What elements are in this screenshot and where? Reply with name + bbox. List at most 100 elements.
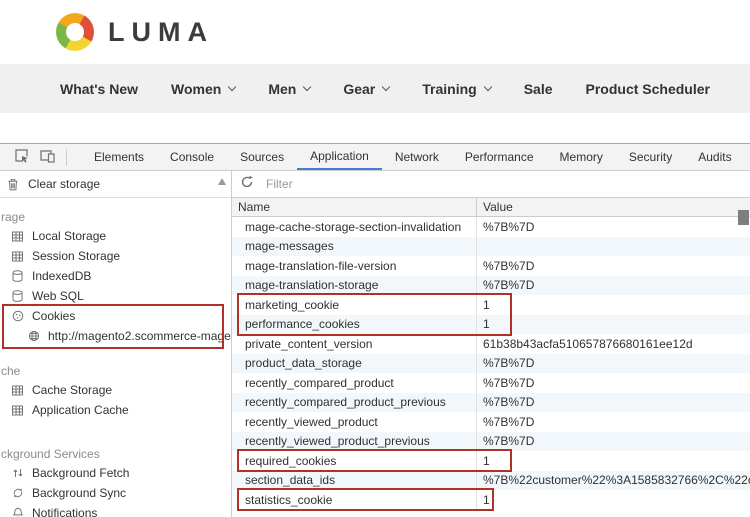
vertical-scrollbar-thumb[interactable] bbox=[738, 210, 749, 225]
tab-performance[interactable]: Performance bbox=[452, 144, 547, 170]
column-header-name[interactable]: Name bbox=[232, 198, 477, 216]
sidebar-section-che: cheCache StorageApplication Cache bbox=[0, 362, 231, 420]
tab-console[interactable]: Console bbox=[157, 144, 227, 170]
sidebar-scroll-up-arrow[interactable] bbox=[218, 178, 226, 185]
chevron-down-icon bbox=[483, 82, 491, 90]
tab-memory[interactable]: Memory bbox=[547, 144, 616, 170]
sidebar-item-notifications[interactable]: Notifications bbox=[0, 503, 231, 517]
cookie-name-cell: required_cookies bbox=[232, 451, 477, 471]
nav-item-gear[interactable]: Gear bbox=[343, 81, 389, 97]
nav-item-label: Gear bbox=[343, 81, 375, 97]
sidebar-item-label: Background Fetch bbox=[32, 466, 129, 480]
nav-item-men[interactable]: Men bbox=[268, 81, 310, 97]
table-row[interactable]: recently_viewed_product%7B%7D bbox=[232, 412, 750, 432]
table-row[interactable]: recently_viewed_product_previous%7B%7D bbox=[232, 432, 750, 452]
sidebar-item-session-storage[interactable]: Session Storage bbox=[0, 246, 231, 266]
tab-audits[interactable]: Audits bbox=[685, 144, 744, 170]
cookie-value-cell: %7B%7D bbox=[477, 412, 750, 432]
sidebar-item-cache-storage[interactable]: Cache Storage bbox=[0, 380, 231, 400]
table-row[interactable]: required_cookies1 bbox=[232, 451, 750, 471]
table-row[interactable]: mage-cache-storage-section-invalidation%… bbox=[232, 217, 750, 237]
nav-item-training[interactable]: Training bbox=[422, 81, 490, 97]
table-row[interactable]: section_data_ids%7B%22customer%22%3A1585… bbox=[232, 471, 750, 491]
luma-logo-icon[interactable] bbox=[56, 13, 94, 51]
devtools-body: Clear storage rage Local Storage Session S… bbox=[0, 171, 750, 517]
table-row[interactable]: mage-messages bbox=[232, 237, 750, 257]
luma-brand-text[interactable]: LUMA bbox=[108, 17, 214, 48]
column-header-value[interactable]: Value bbox=[477, 198, 750, 216]
table-row[interactable]: private_content_version61b38b43acfa51065… bbox=[232, 334, 750, 354]
device-toolbar-icon bbox=[40, 149, 55, 166]
main-nav: What's New Women Men Gear Training Sale Produc… bbox=[0, 64, 750, 113]
sidebar-item-application-cache[interactable]: Application Cache bbox=[0, 400, 231, 420]
table-row[interactable]: statistics_cookie1 bbox=[232, 490, 750, 510]
devtools-toolbar-buttons bbox=[0, 144, 81, 170]
devtools-panel: ElementsConsoleSourcesApplicationNetwork… bbox=[0, 143, 750, 517]
cookies-panel: Name Value mage-cache-storage-section-in… bbox=[232, 171, 750, 517]
table-row[interactable]: mage-translation-storage%7B%7D bbox=[232, 276, 750, 296]
tab-application[interactable]: Application bbox=[297, 144, 382, 170]
sidebar-section-header: rage bbox=[0, 208, 231, 226]
table-row[interactable]: recently_compared_product_previous%7B%7D bbox=[232, 393, 750, 413]
sync-icon bbox=[12, 487, 25, 499]
sidebar-item-label: http://magento2.scommerce-mage bbox=[48, 329, 231, 343]
clear-storage-item[interactable]: Clear storage bbox=[0, 171, 231, 198]
nav-item-what-s-new[interactable]: What's New bbox=[60, 81, 138, 97]
cookie-value-cell: %7B%7D bbox=[477, 432, 750, 452]
sidebar-section-ckground-services: ckground ServicesBackground FetchBackgro… bbox=[0, 445, 231, 517]
sidebar-item-label: Notifications bbox=[32, 506, 97, 517]
application-sidebar: Clear storage rage Local Storage Session S… bbox=[0, 171, 232, 517]
cookie-value-cell: 61b38b43acfa510657876680161ee12d bbox=[477, 334, 750, 354]
chevron-down-icon bbox=[228, 82, 236, 90]
cookie-value-cell: %7B%7D bbox=[477, 256, 750, 276]
fetch-icon bbox=[12, 467, 25, 479]
cookie-value-cell: %7B%22customer%22%3A1585832766%2C%22com bbox=[477, 471, 750, 491]
nav-item-sale[interactable]: Sale bbox=[524, 81, 553, 97]
sidebar-item-local-storage[interactable]: Local Storage bbox=[0, 226, 231, 246]
sidebar-item-cookies[interactable]: Cookies bbox=[0, 306, 231, 326]
trash-icon bbox=[7, 178, 20, 191]
nav-item-label: Training bbox=[422, 81, 476, 97]
filter-input[interactable] bbox=[262, 177, 750, 191]
sidebar-item-indexeddb[interactable]: IndexedDB bbox=[0, 266, 231, 286]
sidebar-item-background-sync[interactable]: Background Sync bbox=[0, 483, 231, 503]
cookie-name-cell: marketing_cookie bbox=[232, 295, 477, 315]
cookie-name-cell: mage-translation-file-version bbox=[232, 256, 477, 276]
device-toolbar-button[interactable] bbox=[34, 144, 60, 170]
table-row[interactable]: mage-translation-file-version%7B%7D bbox=[232, 256, 750, 276]
cookie-value-cell: %7B%7D bbox=[477, 373, 750, 393]
cookie-name-cell: private_content_version bbox=[232, 334, 477, 354]
sidebar-item-http-magento2-scommerce-mage[interactable]: http://magento2.scommerce-mage bbox=[0, 326, 231, 346]
inspect-element-button[interactable] bbox=[8, 144, 34, 170]
tab-network[interactable]: Network bbox=[382, 144, 452, 170]
sidebar-item-web-sql[interactable]: Web SQL bbox=[0, 286, 231, 306]
database-icon bbox=[12, 270, 25, 282]
sidebar-item-background-fetch[interactable]: Background Fetch bbox=[0, 463, 231, 483]
sidebar-item-label: Local Storage bbox=[32, 229, 106, 243]
sidebar-section-rage: rage Local Storage Session Storage IndexedD… bbox=[0, 208, 231, 346]
cookie-value-cell: %7B%7D bbox=[477, 354, 750, 374]
tab-elements[interactable]: Elements bbox=[81, 144, 157, 170]
table-row[interactable]: product_data_storage%7B%7D bbox=[232, 354, 750, 374]
cookie-value-cell: %7B%7D bbox=[477, 276, 750, 296]
refresh-button[interactable] bbox=[232, 175, 262, 194]
table-row[interactable]: marketing_cookie1 bbox=[232, 295, 750, 315]
table-icon bbox=[12, 385, 25, 396]
globe-icon bbox=[28, 330, 41, 342]
table-icon bbox=[12, 405, 25, 416]
nav-item-product-scheduler[interactable]: Product Scheduler bbox=[586, 81, 710, 97]
store-header: LUMA bbox=[0, 0, 750, 64]
cookie-name-cell: statistics_cookie bbox=[232, 490, 477, 510]
refresh-icon bbox=[240, 175, 254, 194]
cookie-name-cell: recently_viewed_product bbox=[232, 412, 477, 432]
table-row[interactable]: recently_compared_product%7B%7D bbox=[232, 373, 750, 393]
sidebar-item-label: IndexedDB bbox=[32, 269, 91, 283]
devtools-tabbar: ElementsConsoleSourcesApplicationNetwork… bbox=[0, 144, 750, 171]
cookie-table-header: Name Value bbox=[232, 198, 750, 217]
table-icon bbox=[12, 231, 25, 242]
nav-item-women[interactable]: Women bbox=[171, 81, 235, 97]
table-row[interactable]: performance_cookies1 bbox=[232, 315, 750, 335]
tab-security[interactable]: Security bbox=[616, 144, 685, 170]
cookie-value-cell: 1 bbox=[477, 451, 750, 471]
tab-sources[interactable]: Sources bbox=[227, 144, 297, 170]
